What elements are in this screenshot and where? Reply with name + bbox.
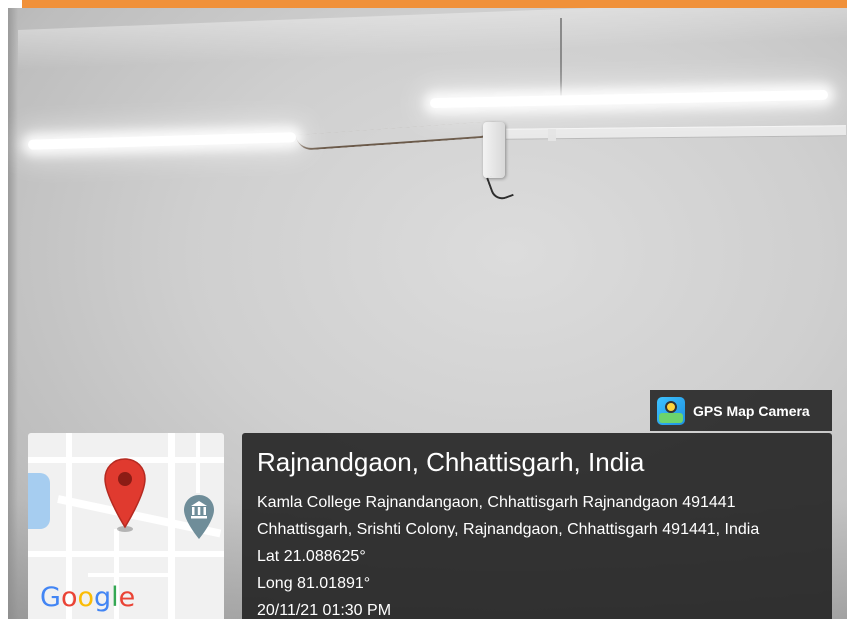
address-line-1: Kamla College Rajnandangaon, Chhattisgar… [257, 494, 736, 511]
datetime-text: 20/11/21 01:30 PM [257, 602, 392, 619]
map-pin-icon [104, 458, 146, 532]
hanging-wire [560, 18, 562, 96]
map-thumbnail: Google [28, 433, 224, 619]
gps-badge-label: GPS Map Camera [693, 402, 810, 419]
google-logo-letter: l [111, 582, 119, 613]
conduit-bend [548, 129, 556, 141]
google-logo-letter: o [60, 582, 78, 613]
address-line-2: Chhattisgarh, Srishti Colony, Rajnandgao… [257, 521, 760, 538]
map-water-body [28, 473, 50, 529]
google-logo: Google [40, 583, 135, 613]
wall-conduit [505, 125, 847, 140]
map-road [88, 573, 168, 577]
tube-light-left [27, 132, 297, 150]
location-title: Rajnandgaon, Chhattisgarh, India [257, 447, 645, 477]
map-road [28, 551, 224, 557]
museum-landmark-icon [184, 495, 214, 539]
ceiling-line [18, 8, 847, 71]
location-info-panel: Rajnandgaon, Chhattisgarh, India Kamla C… [242, 433, 832, 619]
top-bar [0, 0, 847, 8]
latitude-text: Lat 21.088625° [257, 548, 366, 565]
sensor-cable [486, 171, 514, 203]
map-road [168, 433, 175, 619]
google-logo-letter: e [118, 582, 136, 613]
google-logo-letter: o [77, 582, 94, 613]
gps-map-camera-app-icon [657, 396, 685, 425]
google-logo-letter: g [94, 582, 112, 613]
google-logo-letter: G [40, 582, 61, 613]
gps-map-camera-badge: GPS Map Camera [650, 390, 832, 431]
electrical-wire [295, 121, 497, 151]
top-accent-bar [22, 0, 847, 8]
tube-light-right [429, 89, 829, 109]
map-road [196, 433, 200, 493]
wall-sensor-device [483, 122, 505, 178]
longitude-text: Long 81.01891° [257, 575, 371, 592]
